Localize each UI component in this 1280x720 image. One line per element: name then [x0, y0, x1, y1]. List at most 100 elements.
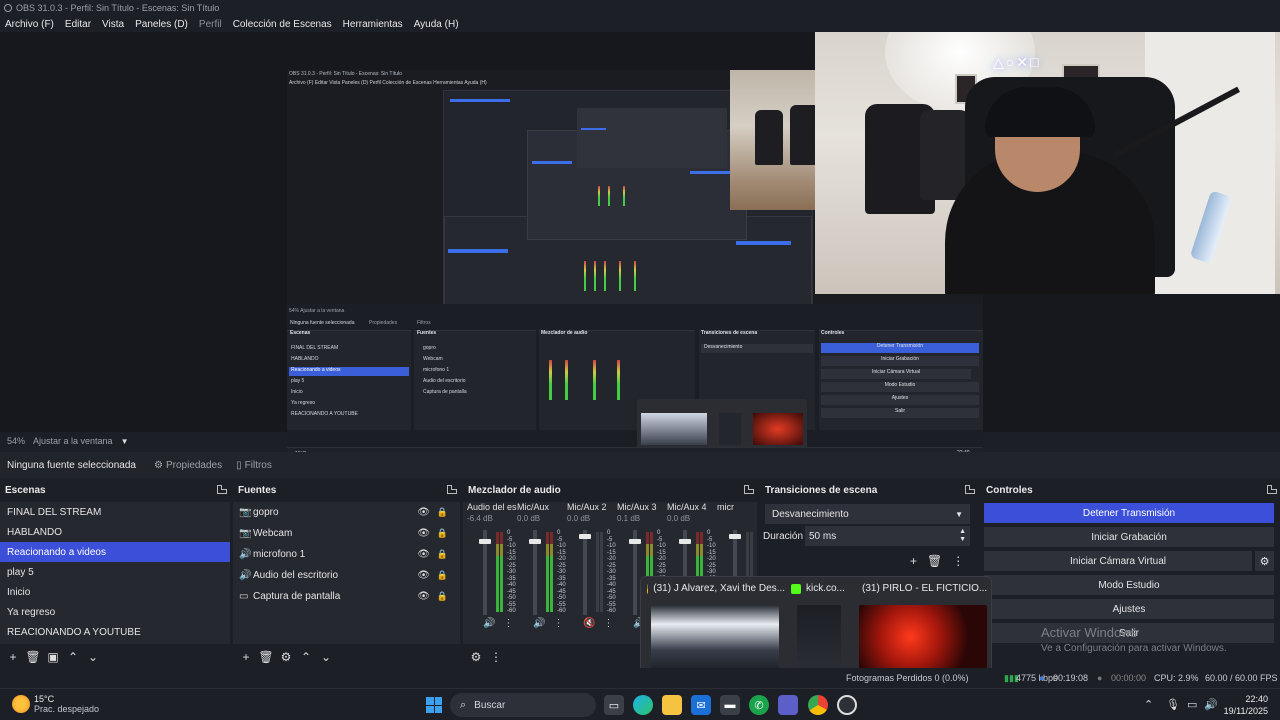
scene-item[interactable]: HABLANDO	[0, 522, 230, 542]
taskbar-search[interactable]: ⌕ Buscar	[450, 693, 596, 717]
more-icon[interactable]: ⋮	[952, 554, 964, 568]
chevron-down-icon[interactable]: ▼	[121, 437, 129, 446]
add-icon[interactable]: +	[237, 648, 255, 666]
zoom-mode[interactable]: Ajustar a la ventana	[33, 436, 113, 446]
menu-item[interactable]: Colección de Escenas	[233, 19, 332, 30]
spinner-icon[interactable]: ▲ ▼	[959, 528, 966, 544]
network-icon[interactable]: ▭	[1187, 698, 1197, 711]
more-icon[interactable]: ⋮	[553, 618, 563, 629]
chevron-down-icon[interactable]: ⌄	[84, 648, 102, 666]
chevron-up-icon[interactable]: ⌃	[64, 648, 82, 666]
add-icon[interactable]: +	[4, 648, 22, 666]
menu-item[interactable]: Archivo (F)	[5, 19, 54, 30]
undock-icon[interactable]	[447, 485, 457, 494]
windows-start-icon[interactable]	[426, 697, 442, 713]
chevron-down-icon[interactable]: ⌄	[317, 648, 335, 666]
chevron-up-icon[interactable]: ⌃	[297, 648, 315, 666]
menu-item[interactable]: Vista	[102, 19, 124, 30]
settings-button[interactable]: Ajustes	[984, 599, 1274, 619]
filter-icon[interactable]: ▣	[44, 648, 62, 666]
menu-item[interactable]: Editar	[65, 19, 91, 30]
system-clock[interactable]: 22:40 19/11/2025	[1224, 693, 1268, 717]
gear-icon[interactable]: ⚙	[1255, 551, 1274, 571]
eye-icon[interactable]: 👁	[417, 507, 430, 518]
eye-icon[interactable]: 👁	[417, 570, 430, 581]
gear-icon[interactable]: ⚙	[277, 648, 295, 666]
scene-item[interactable]: REACIONANDO A YOUTUBE	[0, 622, 230, 642]
speaker-icon[interactable]: 🔊	[483, 618, 495, 629]
volume-icon[interactable]: 🔊	[1204, 698, 1218, 711]
scene-item[interactable]: play 5	[0, 562, 230, 582]
fader-knob[interactable]	[529, 538, 541, 544]
stop-streaming-button[interactable]: Detener Transmisión	[984, 503, 1274, 523]
transition-select[interactable]: Desvanecimiento ▼	[765, 504, 970, 524]
source-item[interactable]: 📷 Webcam 👁 🔒	[233, 523, 460, 544]
lock-icon[interactable]: 🔒	[437, 549, 448, 560]
trash-icon[interactable]: 🗑	[927, 554, 942, 568]
thumb-title-2[interactable]: kick.co...	[791, 583, 851, 594]
undock-icon[interactable]	[744, 485, 754, 494]
edge-icon[interactable]	[633, 695, 653, 715]
eye-icon[interactable]: 👁	[417, 528, 430, 539]
scene-item[interactable]: Reacionando a videos	[0, 542, 230, 562]
scene-item[interactable]: FINAL DEL STREAM	[0, 502, 230, 522]
chevron-up-icon[interactable]: ⌃	[1144, 698, 1153, 711]
source-item[interactable]: ▭ Captura de pantalla 👁 🔒	[233, 586, 460, 607]
mute-icon[interactable]: 🔇	[583, 618, 595, 629]
gear-icon[interactable]: ⚙	[467, 648, 485, 666]
trash-icon[interactable]: 🗑	[257, 648, 275, 666]
duration-input[interactable]: 50 ms ▲ ▼	[805, 526, 970, 546]
speaker-icon[interactable]: 🔊	[533, 618, 545, 629]
more-icon[interactable]: ⋮	[487, 648, 505, 666]
fader-knob[interactable]	[579, 534, 591, 540]
lock-icon[interactable]: 🔒	[437, 507, 448, 518]
fader-knob[interactable]	[479, 538, 491, 544]
task-view-icon[interactable]: ▭	[604, 695, 624, 715]
fader-knob[interactable]	[629, 538, 641, 544]
mail-icon[interactable]: ▬	[720, 695, 740, 715]
microphone-icon[interactable]: 🎙	[1166, 698, 1180, 711]
lock-icon[interactable]: 🔒	[437, 570, 448, 581]
preview-area[interactable]: OBS 31.0.3 - Perfil: Sin Título - Escena…	[0, 32, 1280, 462]
source-item[interactable]: 📷 gopro 👁 🔒	[233, 502, 460, 523]
menu-item[interactable]: Herramientas	[343, 19, 403, 30]
thumb-title-1[interactable]: (31) J Alvarez, Xavi the Des...	[647, 583, 785, 594]
thumbnail-video-2[interactable]	[859, 605, 987, 669]
weather-widget[interactable]: 15°C Prac. despejado	[12, 694, 99, 714]
source-item[interactable]: 🔊 microfono 1 👁 🔒	[233, 544, 460, 565]
file-explorer-icon[interactable]	[662, 695, 682, 715]
menu-item[interactable]: Paneles (D)	[135, 19, 188, 30]
thumbnail-kick[interactable]	[797, 605, 841, 669]
menu-item[interactable]: Ayuda (H)	[414, 19, 459, 30]
volume-fader[interactable]	[583, 530, 587, 615]
undock-icon[interactable]	[217, 485, 227, 494]
scene-item[interactable]: Ya regreso	[0, 602, 230, 622]
start-virtual-camera-button[interactable]: Iniciar Cámara Virtual	[984, 551, 1252, 571]
chrome-icon[interactable]	[808, 695, 828, 715]
whatsapp-icon[interactable]: ✆	[749, 695, 769, 715]
menu-item[interactable]: Perfil	[199, 19, 222, 30]
more-icon[interactable]: ⋮	[503, 618, 513, 629]
add-icon[interactable]: +	[910, 554, 917, 568]
properties-button[interactable]: ⚙ Propiedades	[148, 455, 228, 475]
outlook-icon[interactable]: ✉	[691, 695, 711, 715]
start-recording-button[interactable]: Iniciar Grabación	[984, 527, 1274, 547]
fader-knob[interactable]	[729, 534, 741, 540]
lock-icon[interactable]: 🔒	[437, 528, 448, 539]
filters-button[interactable]: ▯ Filtros	[230, 455, 278, 475]
thumb-title-3[interactable]: (31) PIRLO - EL FICTICIO...	[857, 583, 987, 594]
fader-knob[interactable]	[679, 538, 691, 544]
more-icon[interactable]: ⋮	[603, 618, 613, 629]
trash-icon[interactable]: 🗑	[24, 648, 42, 666]
thumbnail-video-1[interactable]	[651, 605, 779, 669]
undock-icon[interactable]	[1267, 485, 1277, 494]
undock-icon[interactable]	[965, 485, 975, 494]
eye-icon[interactable]: 👁	[417, 591, 430, 602]
scene-item[interactable]: Inicio	[0, 582, 230, 602]
lock-icon[interactable]: 🔒	[437, 591, 448, 602]
obs-icon[interactable]	[837, 695, 857, 715]
source-item[interactable]: 🔊 Audio del escritorio 👁 🔒	[233, 565, 460, 586]
studio-mode-button[interactable]: Modo Estudio	[984, 575, 1274, 595]
eye-icon[interactable]: 👁	[417, 549, 430, 560]
teams-icon[interactable]	[778, 695, 798, 715]
